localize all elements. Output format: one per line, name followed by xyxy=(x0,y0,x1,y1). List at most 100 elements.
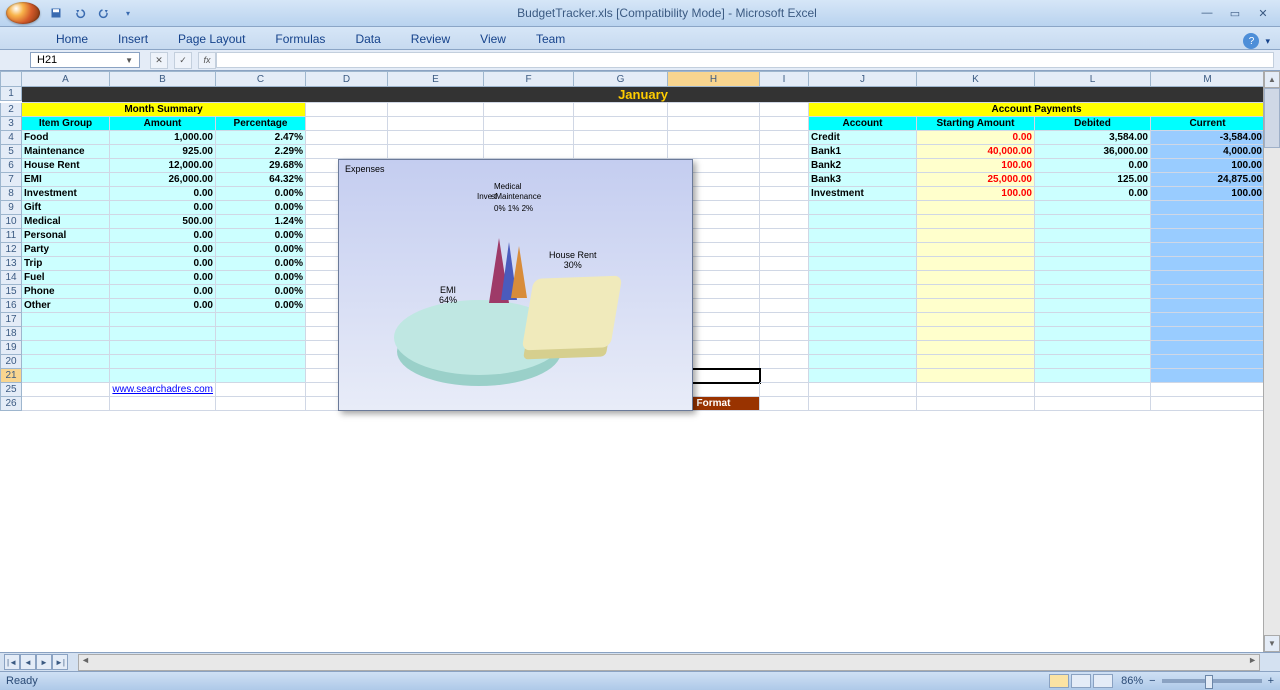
cell[interactable]: 24,875.00 xyxy=(1151,173,1265,187)
cell[interactable] xyxy=(216,327,306,341)
cell[interactable] xyxy=(1035,355,1151,369)
cell[interactable] xyxy=(809,299,917,313)
cell[interactable]: 26,000.00 xyxy=(110,173,216,187)
cell[interactable]: 0.00% xyxy=(216,243,306,257)
cell[interactable]: Bank3 xyxy=(809,173,917,187)
cell[interactable]: Other xyxy=(22,299,110,313)
cell[interactable] xyxy=(1151,383,1265,397)
cell[interactable] xyxy=(306,103,388,117)
cell[interactable] xyxy=(484,131,574,145)
cell[interactable] xyxy=(1151,299,1265,313)
row-header[interactable]: 16 xyxy=(0,299,22,313)
cell[interactable]: Bank1 xyxy=(809,145,917,159)
cell[interactable] xyxy=(22,341,110,355)
cell[interactable] xyxy=(809,257,917,271)
tab-nav-prev[interactable]: ◄ xyxy=(20,654,36,670)
ribbon-tab-page-layout[interactable]: Page Layout xyxy=(168,29,255,49)
cell[interactable] xyxy=(1151,341,1265,355)
select-all-corner[interactable] xyxy=(0,71,22,87)
cell[interactable]: 0.00% xyxy=(216,271,306,285)
cell[interactable]: 0.00 xyxy=(110,299,216,313)
month-title[interactable]: January xyxy=(22,87,1265,103)
cell[interactable]: 40,000.00 xyxy=(917,145,1035,159)
cell[interactable] xyxy=(1035,313,1151,327)
ribbon-tab-home[interactable]: Home xyxy=(46,29,98,49)
cell[interactable] xyxy=(216,341,306,355)
cell[interactable] xyxy=(917,341,1035,355)
cell[interactable] xyxy=(1035,397,1151,411)
cell[interactable] xyxy=(110,397,216,411)
cell[interactable]: Fuel xyxy=(22,271,110,285)
zoom-in-button[interactable]: + xyxy=(1268,675,1274,687)
row-header[interactable]: 25 xyxy=(0,383,22,397)
cell[interactable]: House Rent xyxy=(22,159,110,173)
row-header[interactable]: 26 xyxy=(0,397,22,411)
save-icon[interactable] xyxy=(46,3,66,23)
cell[interactable] xyxy=(760,229,809,243)
undo-icon[interactable] xyxy=(70,3,90,23)
cell[interactable]: Party xyxy=(22,243,110,257)
ribbon-tab-insert[interactable]: Insert xyxy=(108,29,158,49)
cell[interactable]: Food xyxy=(22,131,110,145)
cell[interactable] xyxy=(1035,285,1151,299)
cell[interactable] xyxy=(760,159,809,173)
row-header[interactable]: 3 xyxy=(0,117,22,131)
cell[interactable] xyxy=(809,355,917,369)
cell[interactable]: 0.00 xyxy=(110,201,216,215)
ribbon-tab-formulas[interactable]: Formulas xyxy=(265,29,335,49)
zoom-slider[interactable] xyxy=(1162,679,1262,683)
view-pagebreak-button[interactable] xyxy=(1093,674,1113,688)
cell[interactable] xyxy=(306,145,388,159)
cell[interactable] xyxy=(1035,369,1151,383)
cell[interactable] xyxy=(1151,215,1265,229)
col-header-C[interactable]: C xyxy=(216,71,306,87)
cell[interactable] xyxy=(917,271,1035,285)
cell[interactable] xyxy=(760,397,809,411)
row-header[interactable]: 6 xyxy=(0,159,22,173)
cell[interactable] xyxy=(668,117,760,131)
cell[interactable] xyxy=(917,229,1035,243)
row-header[interactable]: 13 xyxy=(0,257,22,271)
cell[interactable] xyxy=(760,103,809,117)
cell[interactable]: Personal xyxy=(22,229,110,243)
row-header[interactable]: 11 xyxy=(0,229,22,243)
cell[interactable] xyxy=(668,131,760,145)
cell[interactable] xyxy=(22,355,110,369)
cell[interactable] xyxy=(22,327,110,341)
scroll-down-icon[interactable]: ▼ xyxy=(1264,635,1280,652)
cell[interactable] xyxy=(809,369,917,383)
col-header-L[interactable]: L xyxy=(1035,71,1151,87)
row-header[interactable]: 19 xyxy=(0,341,22,355)
cell[interactable]: 2.47% xyxy=(216,131,306,145)
cell[interactable] xyxy=(809,397,917,411)
cell[interactable] xyxy=(574,145,668,159)
cell[interactable]: 0.00% xyxy=(216,285,306,299)
cell[interactable]: 0.00 xyxy=(917,131,1035,145)
cell[interactable] xyxy=(1035,271,1151,285)
cell[interactable] xyxy=(809,271,917,285)
close-button[interactable]: ✕ xyxy=(1252,6,1274,21)
cell[interactable] xyxy=(760,327,809,341)
cell[interactable] xyxy=(809,243,917,257)
fx-icon[interactable]: fx xyxy=(198,52,216,69)
cell[interactable] xyxy=(809,215,917,229)
cell[interactable]: 64.32% xyxy=(216,173,306,187)
col-header-H[interactable]: H xyxy=(668,71,760,87)
cell[interactable]: 3,584.00 xyxy=(1035,131,1151,145)
cell[interactable] xyxy=(22,313,110,327)
cell[interactable]: 0.00 xyxy=(110,243,216,257)
cell[interactable] xyxy=(917,369,1035,383)
accounts-title[interactable]: Account Payments xyxy=(809,103,1265,117)
horizontal-scrollbar[interactable] xyxy=(78,654,1260,671)
cell[interactable]: 29.68% xyxy=(216,159,306,173)
row-header[interactable]: 7 xyxy=(0,173,22,187)
col-header-G[interactable]: G xyxy=(574,71,668,87)
summary-title[interactable]: Month Summary xyxy=(22,103,306,117)
cell[interactable] xyxy=(1151,285,1265,299)
cell[interactable]: Credit xyxy=(809,131,917,145)
col-header-F[interactable]: F xyxy=(484,71,574,87)
cell[interactable]: 36,000.00 xyxy=(1035,145,1151,159)
cell[interactable]: 25,000.00 xyxy=(917,173,1035,187)
col-header-K[interactable]: K xyxy=(917,71,1035,87)
cell[interactable] xyxy=(917,355,1035,369)
